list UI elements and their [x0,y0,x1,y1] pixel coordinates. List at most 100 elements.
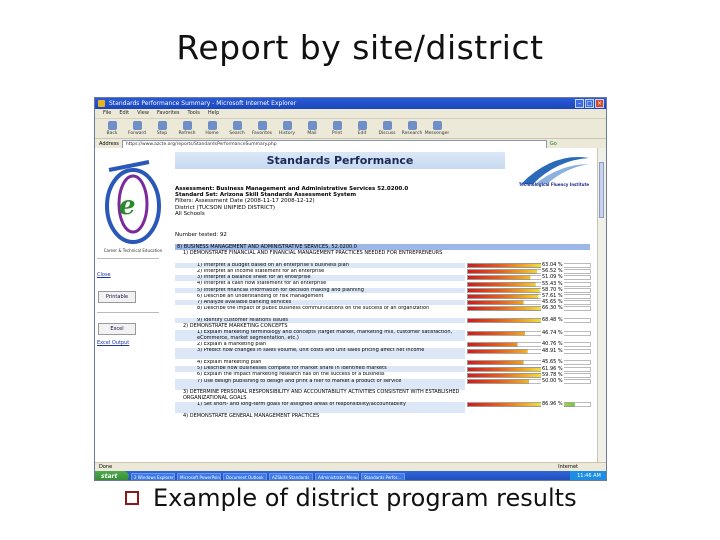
score-percent: 48.91 % [541,347,564,354]
toolbar-label: Search [229,131,245,136]
divider [97,312,159,313]
taskbar: start 2 Windows Explorer Microsoft PowerP… [95,471,606,480]
address-label: Address [99,141,119,147]
toolbar-home-button[interactable]: Home [201,121,223,136]
category-title: 3) DETERMINE PERSONAL RESPONSIBILITY AND… [183,389,460,401]
excel-button[interactable]: Excel [98,323,136,335]
standard-row: 3) Predict how changes in sales volume, … [175,348,465,360]
toolbar-refresh-button[interactable]: Refresh [176,121,198,136]
browser-screenshot: Standards Performance Summary - Microsof… [94,97,607,481]
bullet-text: Example of district program results [153,484,577,512]
toolbar-label: Mail [307,131,317,136]
close-window-button[interactable]: × [595,99,604,108]
toolbar-search-button[interactable]: Search [226,121,248,136]
taskbar-item[interactable]: Document Outlook [223,472,267,480]
taskbar-item[interactable]: Standards Perfor... [361,472,405,480]
maximize-button[interactable]: □ [585,99,594,108]
toolbar-label: Stop [156,131,168,136]
toolbar-research-button[interactable]: Research [401,121,423,136]
toolbar-label: Back [106,131,118,136]
standard-row: 3) Interpret a balance sheet for an ente… [175,275,465,281]
logo-caption: Career & Technical Education [103,248,163,253]
taskbar-item[interactable]: Administrator Menu [315,472,359,480]
history-icon [282,121,292,130]
messenger-icon [432,121,442,130]
category-title: 4) DEMONSTRATE GENERAL MANAGEMENT PRACTI… [183,412,320,419]
vertical-scrollbar[interactable] [597,148,606,462]
number-tested: Number tested: 92 [175,232,227,238]
standard-row: 7) Use design publishing to design and p… [175,378,465,390]
toolbar-label: Edit [357,131,367,136]
taskbar-item[interactable]: 2 Windows Explorer [131,472,175,480]
ie-icon [98,100,105,107]
start-button[interactable]: start [95,471,129,480]
taskbar-item[interactable]: AZSkills Standards [269,472,313,480]
toolbar-label: Home [205,131,219,136]
toolbar-label: Print [331,131,343,136]
standard-row: 4) Explain marketing plan [197,360,262,365]
toolbar-print-button[interactable]: Print [326,121,348,136]
toolbar-back-button[interactable]: Back [101,121,123,136]
excel-output-link[interactable]: Excel Output [97,340,129,346]
score-percent: 66.30 % [541,305,564,312]
mail-icon [307,121,317,130]
toolbar-favorites-button[interactable]: Favorites [251,121,273,136]
printable-button[interactable]: Printable [98,291,136,303]
print-icon [332,121,342,130]
page-banner: Standards Performance [175,152,505,169]
standard-row: 2) Interpret an income statement for an … [197,268,325,274]
standard-row: 6) Describe an understanding of risk man… [197,293,324,299]
score-percent: 46.74 % [541,329,564,336]
standard-row: 1) Set short- and long-term goals for as… [175,402,465,414]
discuss-icon [382,121,392,130]
toolbar-label: Refresh [178,131,196,136]
svg-text:e: e [119,191,136,221]
category-title: 2) DEMONSTRATE MARKETING CONCEPTS [183,323,288,330]
score-bar [467,402,575,408]
standard-row: 5) Describe how businesses compete for m… [175,366,465,372]
system-clock: 11:46 AM [570,471,606,480]
bullet-square-icon [125,491,139,505]
toolbar-discuss-button[interactable]: Discuss [376,121,398,136]
toolbar-label: History [278,131,295,136]
schools-line: All Schools [175,210,205,217]
go-button[interactable]: Go [550,141,557,147]
menu-item-favorites[interactable]: Favorites [157,109,180,118]
favorites-icon [257,121,267,130]
menu-item-tools[interactable]: Tools [188,109,200,118]
standard-row: 2) Explain a marketing plan [197,342,267,347]
standard-row: 1) Interpret a budget based on an enterp… [175,262,465,269]
menu-item-edit[interactable]: Edit [119,109,129,118]
research-icon [407,121,417,130]
score-percent: 59.78 % [541,371,564,378]
toolbar-stop-button[interactable]: Stop [151,121,173,136]
tfi-caption: Technological Fluency Institute [518,182,590,187]
back-icon [107,121,117,130]
toolbar-history-button[interactable]: History [276,121,298,136]
toolbar-messenger-button[interactable]: Messenger [424,121,450,136]
window-titlebar: Standards Performance Summary - Microsof… [95,98,606,109]
standard-row: 7) Analyze available banking services [175,299,465,306]
score-percent: 40.76 % [541,341,564,348]
menu-item-file[interactable]: File [103,109,111,118]
toolbar-mail-button[interactable]: Mail [301,121,323,136]
stop-icon [157,121,167,130]
close-link[interactable]: Close [97,272,111,278]
score-percent: 55.43 % [541,280,564,287]
cte-logo-icon: e [105,160,161,244]
standard-row: 1) Explain marketing terminology and con… [175,330,465,342]
toolbar-edit-button[interactable]: Edit [351,121,373,136]
divider [97,258,159,259]
taskbar-item[interactable]: Microsoft PowerPoint [177,472,221,480]
category-title: 1) DEMONSTRATE FINANCIAL AND FINANCIAL M… [183,250,443,256]
forward-icon [132,121,142,130]
toolbar-forward-button[interactable]: Forward [126,121,148,136]
menu-item-view[interactable]: View [137,109,149,118]
toolbar-label: Research [401,131,423,136]
scrollbar-thumb[interactable] [599,162,604,218]
toolbar-label: Messenger [424,131,450,136]
menu-item-help[interactable]: Help [208,109,219,118]
minimize-button[interactable]: – [575,99,584,108]
menu-bar: File Edit View Favorites Tools Help [95,109,606,119]
page-content: e Career & Technical Education Close Pri… [95,148,600,462]
